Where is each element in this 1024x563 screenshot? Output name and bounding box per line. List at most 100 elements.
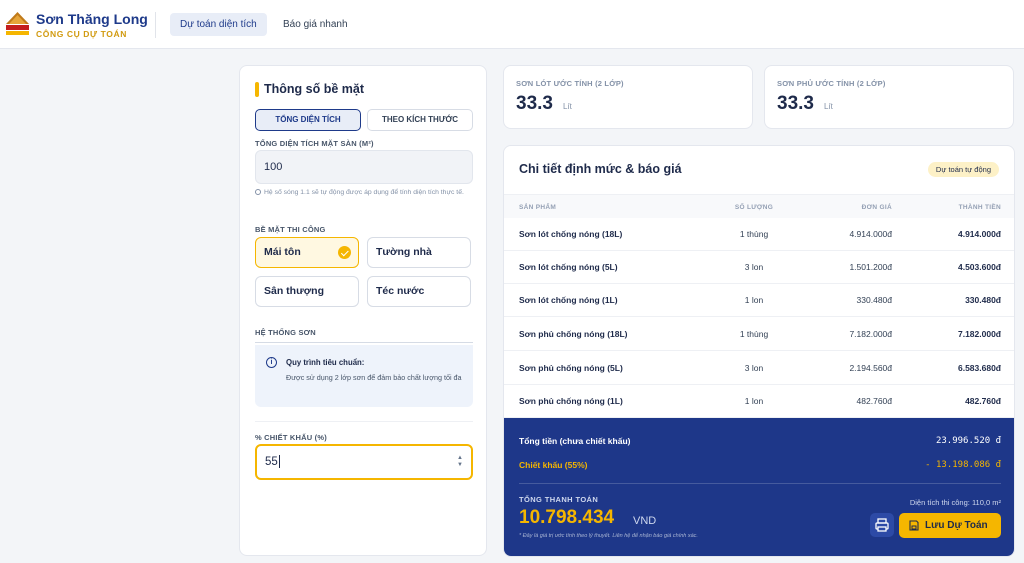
product-name: Sơn phủ chống nóng (18L) <box>519 329 628 339</box>
save-button-label: Lưu Dự Toán <box>925 520 988 531</box>
product-total: 482.760đ <box>965 396 1001 406</box>
section-divider <box>255 421 473 422</box>
discount-label: % CHIẾT KHẤU (%) <box>255 433 327 442</box>
product-qty: 1 lon <box>744 295 764 305</box>
discount-input[interactable]: 55 ▲ ▼ <box>255 444 473 480</box>
surface-option-terrace[interactable]: Sân thượng <box>255 276 359 307</box>
summary-panel: Tổng tiền (chưa chiết khấu) 23.996.520 đ… <box>504 418 1014 556</box>
surface-option-wall[interactable]: Tường nhà <box>367 237 471 268</box>
product-total: 4.914.000đ <box>957 229 1001 239</box>
surface-label: BỀ MẶT THI CÔNG <box>255 225 326 234</box>
product-total: 330.480đ <box>965 295 1001 305</box>
app-header: Sơn Thăng Long CÔNG CỤ DỰ TOÁN Dự toán d… <box>0 0 1024 49</box>
mode-total-area-tab[interactable]: TỔNG DIỆN TÍCH <box>255 109 361 131</box>
topcoat-estimate-card: SƠN PHỦ ƯỚC TÍNH (2 LỚP) 33.3 Lít <box>764 65 1014 129</box>
stat-unit: Lít <box>563 102 572 111</box>
surface-option-water-tank[interactable]: Téc nước <box>367 276 471 307</box>
product-name: Sơn lót chống nóng (18L) <box>519 229 623 239</box>
product-name: Sơn phủ chống nóng (1L) <box>519 396 623 406</box>
info-icon: i <box>266 357 277 368</box>
text-caret <box>278 455 280 469</box>
status-badge: Dự toán tự động <box>927 162 999 177</box>
product-price: 4.914.000đ <box>849 229 892 239</box>
product-qty: 1 thùng <box>739 329 769 339</box>
product-total: 4.503.600đ <box>957 262 1001 272</box>
system-info-box: i Quy trình tiêu chuẩn: Được sử dụng 2 l… <box>255 345 473 407</box>
table-row: Sơn lót chống nóng (18L) 1 thùng 4.914.0… <box>504 218 1014 251</box>
product-name: Sơn lót chống nóng (5L) <box>519 262 618 272</box>
mode-dimensions-tab[interactable]: THEO KÍCH THƯỚC <box>367 109 473 131</box>
stat-label: SƠN PHỦ ƯỚC TÍNH (2 LỚP) <box>777 79 886 88</box>
product-qty: 1 lon <box>744 396 764 406</box>
discount-summary-value: - 13.198.086 đ <box>925 460 1001 470</box>
area-input[interactable]: 100 <box>255 150 473 184</box>
primer-estimate-card: SƠN LÓT ƯỚC TÍNH (2 LỚP) 33.3 Lít <box>503 65 753 129</box>
tab-quick-quote[interactable]: Báo giá nhanh <box>273 13 358 36</box>
product-price: 2.194.560đ <box>849 363 892 373</box>
col-unit-price: ĐƠN GIÁ <box>861 204 892 211</box>
section-divider <box>255 342 473 343</box>
save-icon <box>909 520 919 531</box>
product-price: 482.760đ <box>856 396 892 406</box>
surface-option-label: Tường nhà <box>376 246 432 258</box>
surface-option-label: Sân thượng <box>264 285 324 297</box>
discount-value: 55 <box>265 456 278 468</box>
table-row: Sơn phủ chống nóng (5L) 3 lon 2.194.560đ… <box>504 352 1014 385</box>
stat-label: SƠN LÓT ƯỚC TÍNH (2 LỚP) <box>516 79 624 88</box>
info-small-icon <box>255 189 261 195</box>
col-total: THÀNH TIỀN <box>958 204 1001 211</box>
grand-total-label: TỔNG THANH TOÁN <box>519 495 599 504</box>
product-total: 6.583.680đ <box>957 363 1001 373</box>
system-info-text: Được sử dụng 2 lớp sơn để đảm bảo chất l… <box>286 373 462 382</box>
product-qty: 3 lon <box>744 262 764 272</box>
panel-title: Thông số bề mặt <box>255 82 364 97</box>
product-qty: 3 lon <box>744 363 764 373</box>
product-total: 7.182.000đ <box>957 329 1001 339</box>
area-note-text: Hệ số sóng 1.1 sẽ tự động được áp dụng đ… <box>264 189 464 196</box>
quote-title: Chi tiết định mức & báo giá <box>519 162 682 176</box>
discount-summary-label: Chiết khấu (55%) <box>519 460 588 470</box>
disclaimer: * Đây là giá trị ước tính theo lý thuyết… <box>519 533 698 539</box>
brand: Sơn Thăng Long CÔNG CỤ DỰ TOÁN <box>36 11 148 39</box>
subtotal-value: 23.996.520 đ <box>935 436 1001 446</box>
summary-divider <box>519 483 1001 484</box>
product-price: 1.501.200đ <box>849 262 892 272</box>
surface-option-metal-roof[interactable]: Mái tôn <box>255 237 359 268</box>
tab-area-estimate[interactable]: Dự toán diện tích <box>170 13 267 36</box>
table-row: Sơn lót chống nóng (1L) 1 lon 330.480đ 3… <box>504 284 1014 317</box>
surface-option-label: Mái tôn <box>264 246 301 258</box>
table-header: SẢN PHẨM SỐ LƯỢNG ĐƠN GIÁ THÀNH TIỀN <box>504 194 1014 218</box>
grand-total-value: 10.798.434 <box>519 507 615 528</box>
area-note: Hệ số sóng 1.1 sẽ tự động được áp dụng đ… <box>255 188 473 198</box>
brand-name: Sơn Thăng Long <box>36 11 148 27</box>
print-icon <box>875 518 889 532</box>
product-price: 7.182.000đ <box>849 329 892 339</box>
product-name: Sơn lót chống nóng (1L) <box>519 295 618 305</box>
stat-unit: Lít <box>824 102 833 111</box>
grand-total-unit: VND <box>633 515 657 527</box>
product-name: Sơn phủ chống nóng (5L) <box>519 363 623 373</box>
brand-tagline: CÔNG CỤ DỰ TOÁN <box>36 29 127 39</box>
product-price: 330.480đ <box>856 295 892 305</box>
area-summary: Diện tích thi công: 110,0 m² <box>909 498 1001 507</box>
quote-card: Chi tiết định mức & báo giá Dự toán tự đ… <box>503 145 1015 557</box>
table-row: Sơn lót chống nóng (5L) 3 lon 1.501.200đ… <box>504 251 1014 284</box>
stat-value: 33.3 <box>516 93 553 114</box>
check-icon <box>338 246 351 259</box>
col-quantity: SỐ LƯỢNG <box>734 204 774 211</box>
table-row: Sơn phủ chống nóng (18L) 1 thùng 7.182.0… <box>504 318 1014 351</box>
surface-option-label: Téc nước <box>376 285 425 297</box>
logo-icon <box>6 12 29 35</box>
paint-system-label: HỆ THỐNG SƠN <box>255 328 316 337</box>
spinner-icon[interactable]: ▲ ▼ <box>457 455 463 469</box>
table-row: Sơn phủ chống nóng (1L) 1 lon 482.760đ 4… <box>504 385 1014 418</box>
stat-value: 33.3 <box>777 93 814 114</box>
print-button[interactable] <box>870 513 894 537</box>
area-label: TỔNG DIỆN TÍCH MẶT SÀN (M²) <box>255 139 374 148</box>
product-qty: 1 thùng <box>739 229 769 239</box>
system-info-title: Quy trình tiêu chuẩn: <box>286 358 365 367</box>
save-estimate-button[interactable]: Lưu Dự Toán <box>899 513 1001 538</box>
col-product: SẢN PHẨM <box>519 204 557 211</box>
subtotal-label: Tổng tiền (chưa chiết khấu) <box>519 436 631 446</box>
surface-params-panel: Thông số bề mặt TỔNG DIỆN TÍCH THEO KÍCH… <box>239 65 487 556</box>
